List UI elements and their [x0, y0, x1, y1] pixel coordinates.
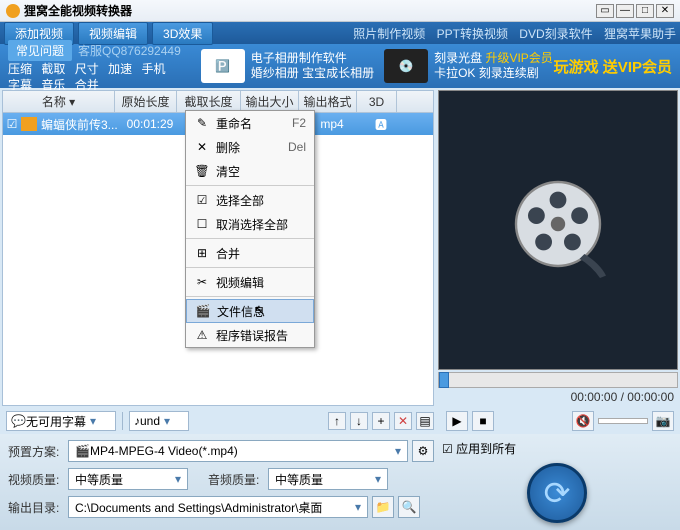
titlebar: 狸窝全能视频转换器 ▭ — □ ✕ — [0, 0, 680, 22]
video-quality-select[interactable]: 中等质量▾ — [68, 468, 188, 490]
move-up-button[interactable]: ↑ — [328, 412, 346, 430]
ctx-icon: ✎ — [194, 116, 210, 130]
ctx-icon: ⊞ — [194, 246, 210, 260]
ctx-视频编辑[interactable]: ✂视频编辑 — [186, 270, 314, 294]
ctx-选择全部[interactable]: ☑选择全部 — [186, 188, 314, 212]
file-icon — [21, 117, 37, 131]
promo-album[interactable]: 🅿️ 电子相册制作软件婚纱相册 宝宝成长相册 — [201, 49, 374, 83]
open-folder-button[interactable]: 🔍 — [398, 496, 420, 518]
ctx-删除[interactable]: ✕删除Del — [186, 135, 314, 159]
seek-slider[interactable] — [438, 372, 678, 388]
col-orig-length[interactable]: 原始长度 — [115, 91, 177, 112]
op-size[interactable]: 尺寸 — [75, 62, 99, 76]
ctx-icon: 🎬 — [195, 304, 211, 318]
ctx-取消选择全部[interactable]: ☐取消选择全部 — [186, 212, 314, 236]
ctx-icon: 🗑 — [194, 164, 210, 178]
ctx-重命名[interactable]: ✎重命名F2 — [186, 111, 314, 135]
ctx-合并[interactable]: ⊞合并 — [186, 241, 314, 265]
remove-file-button[interactable]: ✕ — [394, 412, 412, 430]
convert-button[interactable]: ⟳ — [527, 463, 587, 523]
quick-ops: 压缩 截取 尺寸 加速 手机 字幕 音乐 合并 — [8, 61, 191, 93]
top-links: 照片制作视频 PPT转换视频 DVD刻录软件 狸窝苹果助手 — [345, 25, 676, 42]
convert-icon: ⟳ — [544, 474, 571, 512]
ctx-文件信息[interactable]: 🎬文件信息 — [186, 299, 314, 323]
volume-slider[interactable] — [598, 418, 648, 424]
app-title: 狸窝全能视频转换器 — [24, 2, 594, 19]
audio-track-select[interactable]: ♪ und▾ — [129, 411, 189, 431]
list-menu-button[interactable]: ▤ — [416, 412, 434, 430]
file-orig-length: 00:01:29 — [119, 117, 181, 131]
browse-button[interactable]: 📁 — [372, 496, 394, 518]
audio-quality-label: 音频质量: — [208, 471, 268, 488]
ctx-icon: ✂ — [194, 275, 210, 289]
film-reel-icon — [498, 170, 618, 290]
audio-quality-select[interactable]: 中等质量▾ — [268, 468, 388, 490]
maximize-button[interactable]: □ — [636, 4, 654, 18]
play-button[interactable]: ▶ — [446, 411, 468, 431]
ctx-icon: ✕ — [194, 140, 210, 154]
move-down-button[interactable]: ↓ — [350, 412, 368, 430]
time-display: 00:00:00 / 00:00:00 — [438, 388, 678, 406]
snapshot-button[interactable]: 📷 — [652, 411, 674, 431]
col-cut-length[interactable]: 截取长度 — [177, 91, 241, 112]
qq-contact[interactable]: 客服QQ876292449 — [78, 42, 181, 59]
apply-all-checkbox[interactable]: ☑ 应用到所有 — [442, 440, 516, 457]
playback-controls: ▶ ■ 🔇 📷 — [440, 408, 680, 434]
bottom-panel: 预置方案: 🎬 MP4-MPEG-4 Video(*.mp4)▾ ⚙ 视频质量:… — [0, 434, 680, 530]
subtitle-select[interactable]: 💬 无可用字幕▾ — [6, 411, 116, 431]
op-cut[interactable]: 截取 — [41, 62, 65, 76]
mute-button[interactable]: 🔇 — [572, 411, 594, 431]
burn-icon: 💿 — [384, 49, 428, 83]
output-dir-label: 输出目录: — [8, 499, 68, 516]
video-quality-label: 视频质量: — [8, 471, 68, 488]
help-button[interactable]: ▭ — [596, 4, 614, 18]
ctx-icon: ☐ — [194, 217, 210, 231]
ctx-清空[interactable]: 🗑清空 — [186, 159, 314, 183]
op-mobile[interactable]: 手机 — [141, 62, 165, 76]
col-name[interactable]: 名称 ▾ — [3, 91, 115, 112]
preview-video[interactable] — [438, 90, 678, 370]
subbar: 常见问题 客服QQ876292449 压缩 截取 尺寸 加速 手机 字幕 音乐 … — [0, 44, 680, 88]
op-speed[interactable]: 加速 — [108, 62, 132, 76]
link-ppt-video[interactable]: PPT转换视频 — [437, 27, 508, 41]
ctx-icon: ☑ — [194, 193, 210, 207]
col-out-format[interactable]: 输出格式 — [299, 91, 357, 112]
preset-settings-button[interactable]: ⚙ — [412, 440, 434, 462]
list-toolbar: 💬 无可用字幕▾ ♪ und▾ ↑ ↓ + ✕ ▤ — [0, 408, 440, 434]
cursor-icon: ↖ — [254, 302, 266, 319]
preview-pane: 00:00:00 / 00:00:00 — [438, 90, 678, 406]
file-name: 蝙蝠侠前传3... — [41, 116, 119, 133]
preset-select[interactable]: 🎬 MP4-MPEG-4 Video(*.mp4)▾ — [68, 440, 408, 462]
minimize-button[interactable]: — — [616, 4, 634, 18]
preset-label: 预置方案: — [8, 443, 68, 460]
seek-thumb[interactable] — [439, 372, 449, 388]
stop-button[interactable]: ■ — [472, 411, 494, 431]
op-compress[interactable]: 压缩 — [8, 62, 32, 76]
close-button[interactable]: ✕ — [656, 4, 674, 18]
subtitle-icon: 💬 — [11, 414, 26, 428]
album-icon: 🅿️ — [201, 49, 245, 83]
context-menu: ✎重命名F2✕删除Del🗑清空 ☑选择全部☐取消选择全部 ⊞合并 ✂视频编辑 🎬文件信息… — [185, 110, 315, 348]
promo-burn[interactable]: 💿 刻录光盘 升级VIP会员卡拉OK 刻录连续剧 — [384, 49, 553, 83]
link-photo-video[interactable]: 照片制作视频 — [353, 27, 425, 41]
vip-promo[interactable]: 玩游戏 送VIP会员 — [554, 56, 672, 77]
link-dvd-burn[interactable]: DVD刻录软件 — [519, 27, 592, 41]
ctx-程序错误报告[interactable]: ⚠程序错误报告 — [186, 323, 314, 347]
app-logo-icon — [6, 4, 20, 18]
col-out-size[interactable]: 输出大小 — [241, 91, 299, 112]
output-dir-field[interactable]: C:\Documents and Settings\Administrator\… — [68, 496, 368, 518]
link-apple-helper[interactable]: 狸窝苹果助手 — [604, 27, 676, 41]
ctx-icon: ⚠ — [194, 328, 210, 342]
add-file-button[interactable]: + — [372, 412, 390, 430]
col-3d[interactable]: 3D — [357, 91, 397, 112]
faq-button[interactable]: 常见问题 — [8, 40, 72, 61]
file-3d-icon[interactable]: 🅰 — [361, 116, 401, 133]
row-checkbox[interactable]: ☑ — [3, 117, 21, 131]
